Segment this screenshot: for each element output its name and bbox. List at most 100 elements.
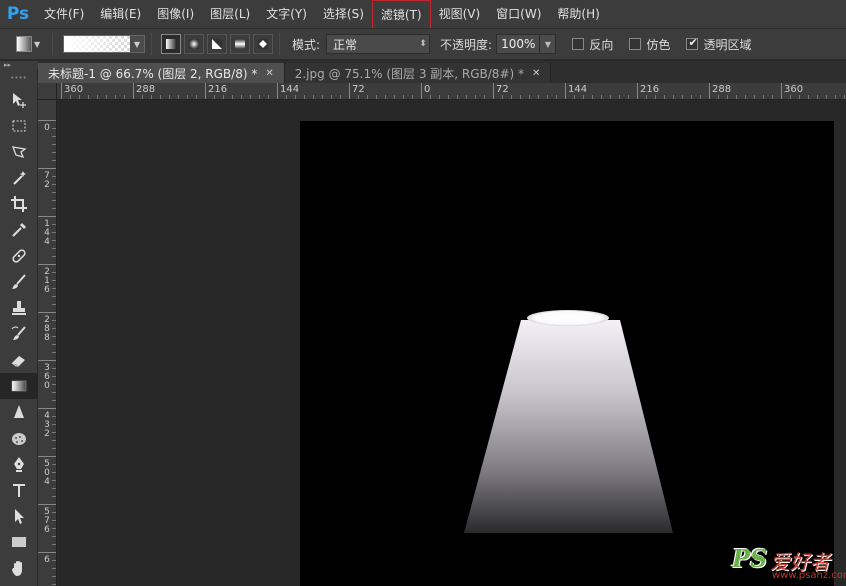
tab-2-jpg[interactable]: 2.jpg @ 75.1% (图层 3 副本, RGB/8#) * ✕ (284, 63, 552, 83)
ruler-minor-tick (52, 232, 56, 233)
ruler-minor-tick (808, 95, 809, 99)
history-brush-tool[interactable] (0, 321, 38, 347)
diamond-gradient-button[interactable] (253, 34, 273, 54)
ruler-minor-tick (394, 95, 395, 99)
ruler-minor-tick (385, 95, 386, 99)
ruler-minor-tick (727, 95, 728, 99)
opacity-value[interactable]: 100% (497, 37, 539, 51)
ruler-origin[interactable] (38, 83, 57, 100)
gradient-tool[interactable] (0, 373, 38, 399)
ruler-minor-tick (52, 160, 56, 161)
ruler-minor-tick (556, 95, 557, 99)
ruler-minor-tick (52, 328, 56, 329)
rectangle-icon (12, 537, 26, 547)
eraser-tool[interactable] (0, 347, 38, 373)
ruler-minor-tick (52, 152, 56, 153)
ruler-minor-tick (574, 95, 575, 99)
ruler-minor-tick (70, 95, 71, 99)
options-bar: ▼ ▼ 模式: 正常 ⬍ 不透明度: 100% ▼ 反向 仿色 透明区域 (0, 28, 846, 60)
ruler-minor-tick (520, 95, 521, 99)
document-canvas[interactable] (300, 121, 834, 586)
ruler-minor-tick (457, 95, 458, 99)
ruler-minor-tick (331, 95, 332, 99)
menu-filter[interactable]: 滤镜(T) (371, 0, 431, 30)
ruler-minor-tick (322, 95, 323, 99)
gradient-picker[interactable]: ▼ (63, 35, 145, 53)
move-tool[interactable] (0, 87, 38, 113)
type-tool[interactable] (0, 477, 38, 503)
pen-icon (14, 457, 24, 472)
menu-image[interactable]: 图像(I) (149, 0, 202, 28)
rectangle-tool[interactable] (0, 529, 38, 555)
spotlight-beam (464, 310, 673, 533)
crop-tool[interactable] (0, 191, 38, 217)
ruler-minor-tick (52, 128, 56, 129)
pen-tool[interactable] (0, 451, 38, 477)
healing-brush-tool[interactable] (0, 243, 38, 269)
vertical-ruler[interactable]: 0 72 144 216 288 360 432 504 576 6 (38, 100, 57, 586)
chevron-down-icon[interactable]: ▼ (539, 35, 555, 53)
path-selection-tool[interactable] (0, 503, 38, 529)
mode-select[interactable]: 正常 ⬍ (326, 34, 431, 54)
close-icon[interactable]: ✕ (265, 68, 273, 79)
tab-untitled-1[interactable]: 未标题-1 @ 66.7% (图层 2, RGB/8) * ✕ (38, 63, 285, 83)
brush-tool[interactable] (0, 269, 38, 295)
horizontal-ruler[interactable]: 3602882161447207214421628836043250457664… (57, 83, 846, 100)
dodge-tool[interactable] (0, 425, 38, 451)
ruler-major-tick (709, 83, 710, 99)
transparency-checkbox[interactable] (686, 36, 699, 50)
ruler-minor-tick (763, 95, 764, 99)
lasso-tool[interactable] (0, 139, 38, 165)
linear-gradient-button[interactable] (161, 34, 181, 54)
panel-grip[interactable]: •••• (0, 69, 37, 87)
reverse-checkbox[interactable] (572, 38, 585, 50)
menu-window[interactable]: 窗口(W) (488, 0, 549, 28)
ruler-minor-tick (52, 144, 56, 145)
ruler-minor-tick (52, 464, 56, 465)
reflected-gradient-button[interactable] (230, 34, 250, 54)
ruler-minor-tick (52, 296, 56, 297)
ruler-minor-tick (52, 416, 56, 417)
document-workspace[interactable] (57, 100, 846, 586)
magic-wand-tool[interactable] (0, 165, 38, 191)
menu-select[interactable]: 选择(S) (315, 0, 372, 28)
magic-wand-icon (13, 171, 26, 185)
menu-type[interactable]: 文字(Y) (258, 0, 315, 28)
clone-stamp-tool[interactable] (0, 295, 38, 321)
gradient-preview[interactable] (64, 36, 130, 52)
angle-gradient-button[interactable] (207, 34, 227, 54)
ruler-minor-tick (52, 224, 56, 225)
ruler-tick-label: 288 (44, 315, 50, 343)
ruler-minor-tick (52, 544, 56, 545)
ruler-tick-label: 360 (784, 84, 804, 95)
ruler-minor-tick (79, 95, 80, 99)
ruler-tick-label: 144 (280, 84, 300, 95)
hand-tool[interactable] (0, 555, 38, 581)
opacity-field[interactable]: 100% ▼ (496, 34, 557, 54)
ruler-minor-tick (538, 95, 539, 99)
toolbar-collapse-button[interactable]: ▸▸ (0, 61, 38, 69)
marquee-tool[interactable] (0, 113, 38, 139)
menu-edit[interactable]: 编辑(E) (92, 0, 149, 28)
menu-layer[interactable]: 图层(L) (202, 0, 258, 28)
ruler-minor-tick (52, 280, 56, 281)
ruler-minor-tick (52, 368, 56, 369)
menu-file[interactable]: 文件(F) (36, 0, 92, 28)
radial-gradient-button[interactable] (184, 34, 204, 54)
menu-help[interactable]: 帮助(H) (549, 0, 607, 28)
chevron-down-icon[interactable]: ▼ (130, 36, 144, 52)
ruler-tick-label: 216 (208, 84, 228, 95)
menu-view[interactable]: 视图(V) (431, 0, 489, 28)
dither-checkbox[interactable] (629, 38, 642, 50)
ruler-minor-tick (673, 95, 674, 99)
close-icon[interactable]: ✕ (532, 68, 540, 79)
ruler-minor-tick (52, 400, 56, 401)
blur-tool[interactable] (0, 399, 38, 425)
tool-preset-picker[interactable]: ▼ (16, 33, 46, 55)
updown-arrow-icon: ⬍ (419, 39, 427, 49)
ruler-minor-tick (817, 95, 818, 99)
ruler-major-tick (38, 456, 56, 457)
eyedropper-tool[interactable] (0, 217, 38, 243)
ruler-minor-tick (799, 95, 800, 99)
ruler-minor-tick (52, 432, 56, 433)
